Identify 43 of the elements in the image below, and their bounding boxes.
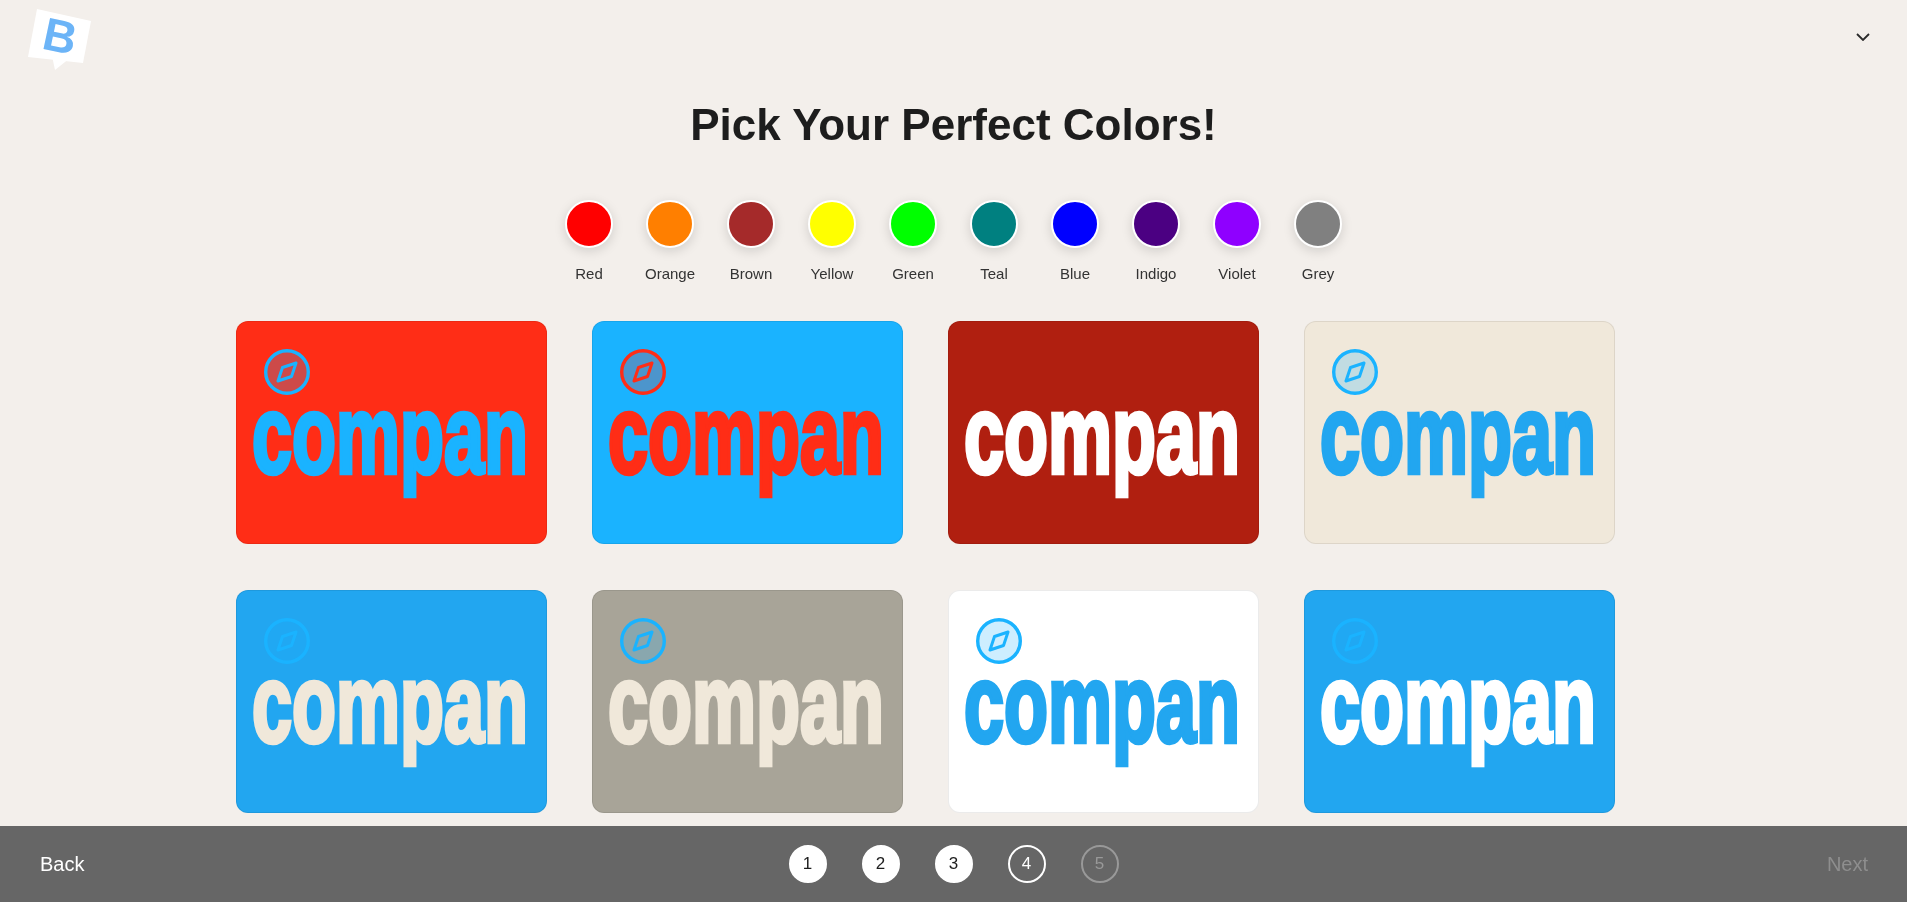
back-button[interactable]: Back	[40, 852, 85, 876]
step-indicator[interactable]: 2	[861, 845, 900, 883]
color-swatch-icon[interactable]	[1132, 200, 1180, 248]
logo-card[interactable]: compan	[948, 590, 1259, 813]
logo-card[interactable]: compan	[592, 321, 903, 544]
swatch-label: Brown	[729, 265, 773, 282]
color-swatch-icon[interactable]	[646, 200, 694, 248]
swatch-label: Orange	[644, 265, 695, 282]
company-wordmark: compan	[607, 413, 886, 499]
swatch-label: Indigo	[1135, 265, 1177, 282]
color-swatch-icon[interactable]	[970, 200, 1018, 248]
color-swatch-icon[interactable]	[808, 200, 856, 248]
color-swatch-icon[interactable]	[1051, 200, 1099, 248]
swatch-label: Blue	[1060, 265, 1090, 282]
swatch-label: Green	[892, 265, 934, 282]
swatch-label: Yellow	[810, 265, 854, 282]
logo-card[interactable]: compan	[948, 321, 1259, 544]
color-swatch-icon[interactable]	[889, 200, 937, 248]
company-wordmark: compan	[1319, 682, 1598, 768]
swatch-label: Red	[575, 265, 603, 282]
company-wordmark: compan	[963, 413, 1242, 499]
swatch-label: Violet	[1218, 265, 1256, 282]
step-indicator[interactable]: 4	[1007, 845, 1046, 883]
logo-card[interactable]: compan	[1304, 590, 1615, 813]
color-swatch-icon[interactable]	[1213, 200, 1261, 248]
company-wordmark: compan	[1319, 413, 1598, 499]
logo-card[interactable]: compan	[1304, 321, 1615, 544]
color-swatch-icon[interactable]	[1294, 200, 1342, 248]
color-swatch-icon[interactable]	[565, 200, 613, 248]
logo-card[interactable]: compan	[236, 321, 547, 544]
swatch-label: Grey	[1301, 265, 1335, 282]
chevron-down-icon[interactable]	[1856, 33, 1870, 41]
page-title: Pick Your Perfect Colors!	[689, 99, 1218, 151]
company-wordmark: compan	[251, 682, 530, 768]
logo-card[interactable]: compan	[592, 590, 903, 813]
company-wordmark: compan	[251, 413, 530, 499]
step-indicator[interactable]: 1	[788, 845, 827, 883]
company-wordmark: compan	[607, 682, 886, 768]
logo-card[interactable]: compan	[236, 590, 547, 813]
step-indicator[interactable]: 3	[934, 845, 973, 883]
company-wordmark: compan	[963, 682, 1242, 768]
swatch-label: Teal	[980, 265, 1008, 282]
color-swatch-icon[interactable]	[727, 200, 775, 248]
